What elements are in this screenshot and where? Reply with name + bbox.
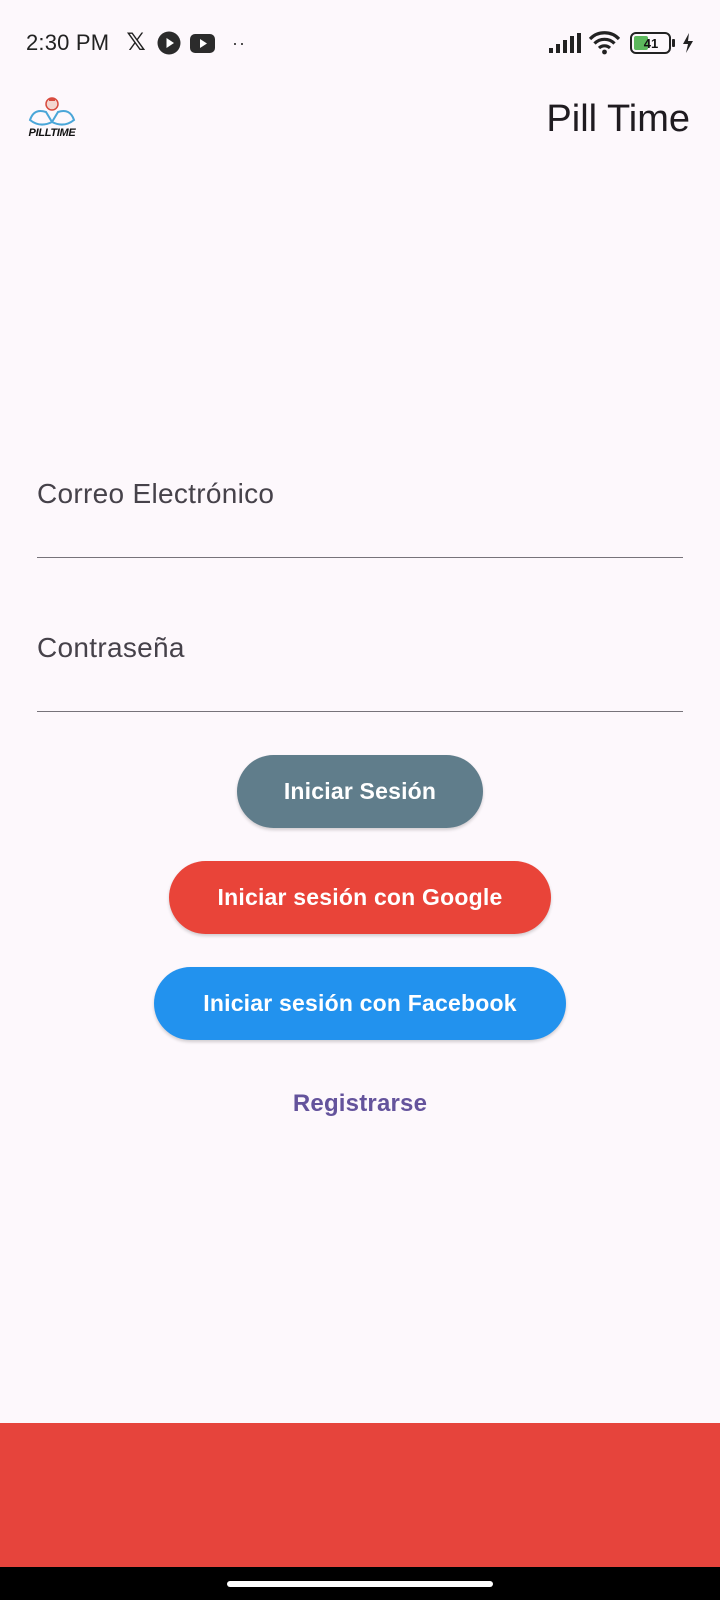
charging-icon (682, 30, 694, 56)
app-title: Pill Time (546, 98, 690, 140)
wifi-icon (589, 30, 620, 56)
signal-icon (549, 30, 582, 56)
status-bar: 2:30 PM 𝕏 ·· 41 (0, 0, 720, 86)
youtube-icon (190, 30, 215, 56)
email-field[interactable]: Correo Electrónico (37, 478, 683, 558)
app-logo: PILLTIME (26, 96, 78, 144)
play-circle-icon (157, 30, 181, 56)
login-button[interactable]: Iniciar Sesión (237, 755, 483, 828)
home-indicator[interactable] (227, 1581, 493, 1587)
pill-logo-icon (28, 97, 76, 126)
google-login-button[interactable]: Iniciar sesión con Google (169, 861, 551, 934)
password-field-label: Contraseña (37, 632, 185, 663)
status-time: 2:30 PM (26, 30, 110, 55)
logo-text: PILLTIME (28, 127, 76, 139)
password-field[interactable]: Contraseña (37, 632, 683, 712)
system-nav-bar (0, 1567, 720, 1600)
login-screen: 2:30 PM 𝕏 ·· 41 PILLTIME Pill Time Corre… (0, 0, 720, 1600)
x-icon: 𝕏 (126, 29, 146, 56)
facebook-login-button[interactable]: Iniciar sesión con Facebook (154, 967, 566, 1040)
more-dots-icon: ·· (232, 32, 246, 53)
register-link[interactable]: Registrarse (260, 1090, 460, 1118)
email-field-label: Correo Electrónico (37, 478, 275, 509)
bottom-panel (0, 1423, 720, 1567)
battery-level: 41 (644, 36, 658, 51)
battery-icon: 41 (630, 30, 676, 56)
